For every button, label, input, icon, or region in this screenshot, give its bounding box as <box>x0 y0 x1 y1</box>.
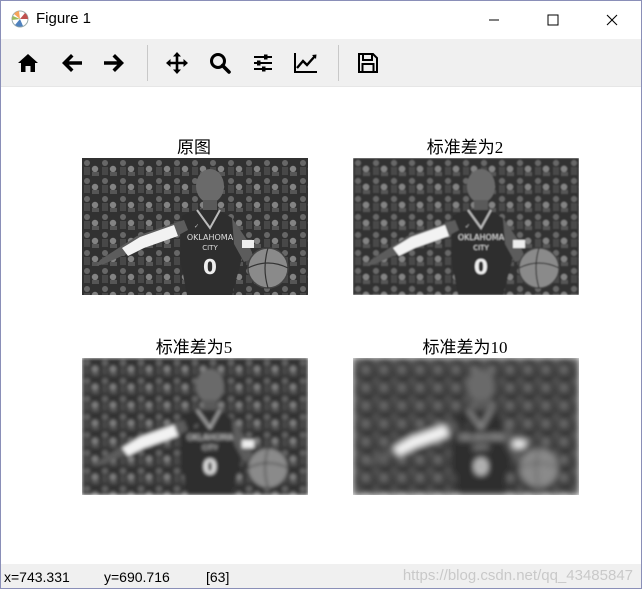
window-title: Figure 1 <box>36 10 92 27</box>
line-chart-icon <box>294 53 317 73</box>
close-icon <box>606 14 618 25</box>
home-icon <box>18 54 38 72</box>
subplot-title-sigma-10: 标准差为10 <box>422 338 508 357</box>
pixel-value-readout: [63] <box>206 569 230 585</box>
minimize-button[interactable] <box>471 1 517 38</box>
configure-subplots-button[interactable] <box>247 47 279 79</box>
image-sigma-5 <box>82 358 308 495</box>
pan-button[interactable] <box>161 47 193 79</box>
maximize-button[interactable] <box>530 1 576 38</box>
save-button[interactable] <box>352 47 384 79</box>
zoom-icon <box>210 53 231 74</box>
toolbar-separator <box>147 45 148 81</box>
minimize-icon <box>489 19 499 20</box>
sliders-icon <box>254 54 272 72</box>
home-button[interactable] <box>12 47 44 79</box>
image-sigma-10 <box>353 358 579 495</box>
arrow-left-icon <box>62 54 82 72</box>
figure-canvas[interactable]: 原图 标准差为2 标准差为5 标准差为10 <box>1 87 641 563</box>
save-icon <box>358 53 378 73</box>
watermark-text: https://blog.csdn.net/qq_43485847 <box>402 567 633 584</box>
back-button[interactable] <box>56 47 88 79</box>
forward-button[interactable] <box>98 47 130 79</box>
title-bar[interactable]: Figure 1 <box>1 1 641 38</box>
toolbar-separator <box>338 45 339 81</box>
close-button[interactable] <box>589 1 635 38</box>
maximize-icon <box>547 14 559 25</box>
image-sigma-2 <box>353 158 579 295</box>
matplotlib-app-icon <box>11 10 29 28</box>
cursor-y-readout: y=690.716 <box>104 569 170 585</box>
figure-window: Figure 1 原图 标准差为2 标准差为5 标准差为10 x=743.331… <box>0 0 642 589</box>
cursor-x-readout: x=743.331 <box>4 569 70 585</box>
arrow-right-icon <box>104 54 124 72</box>
image-original <box>82 158 308 295</box>
subplot-title-original: 原图 <box>177 138 211 157</box>
edit-axis-button[interactable] <box>290 47 322 79</box>
navigation-toolbar <box>1 39 641 87</box>
subplot-title-sigma-2: 标准差为2 <box>426 138 504 157</box>
move-icon <box>166 52 188 74</box>
zoom-button[interactable] <box>204 47 236 79</box>
status-bar: x=743.331 y=690.716 [63] https://blog.cs… <box>1 564 641 588</box>
subplot-title-sigma-5: 标准差为5 <box>155 338 233 357</box>
